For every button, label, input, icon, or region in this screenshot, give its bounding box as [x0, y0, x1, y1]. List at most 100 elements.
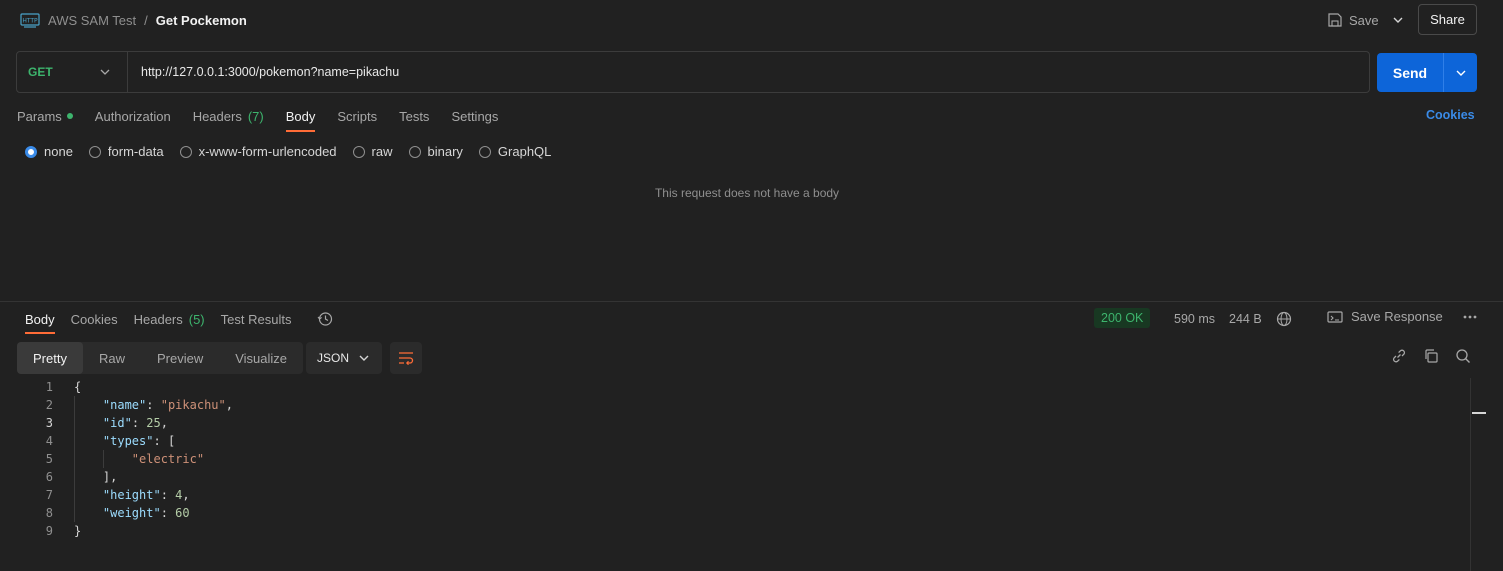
- search-icon[interactable]: [1455, 348, 1471, 364]
- chevron-down-icon: [1455, 67, 1467, 79]
- line-number: 6: [45, 470, 53, 484]
- tab-label: Cookies: [70, 311, 118, 327]
- response-tab-test-results[interactable]: Test Results: [221, 304, 292, 334]
- copy-icon[interactable]: [1423, 348, 1439, 364]
- tab-label: Params: [17, 108, 62, 124]
- radio-none[interactable]: none: [25, 144, 73, 159]
- link-icon[interactable]: [1391, 348, 1407, 364]
- line-number: 9: [45, 524, 53, 538]
- radio-form-data[interactable]: form-data: [88, 144, 164, 159]
- headers-count: (7): [247, 108, 264, 124]
- response-format-tabs: Pretty Raw Preview Visualize: [17, 342, 304, 374]
- radio-label: none: [44, 144, 73, 159]
- line-number: 7: [45, 488, 53, 502]
- tab-label: Authorization: [94, 108, 171, 124]
- line-number: 2: [45, 398, 53, 412]
- chevron-down-icon: [99, 66, 111, 78]
- request-title[interactable]: Get Pockemon: [156, 13, 247, 28]
- history-icon[interactable]: [317, 311, 333, 327]
- code-line[interactable]: 5 "electric": [0, 450, 1470, 468]
- response-tab-headers[interactable]: Headers (5): [134, 304, 205, 334]
- wrap-lines-icon: [398, 351, 414, 365]
- radio-graphql[interactable]: GraphQL: [478, 144, 551, 159]
- save-group: Save: [1328, 8, 1404, 32]
- code-line[interactable]: 3 "id": 25,: [0, 414, 1470, 432]
- save-dropdown-chevron-icon[interactable]: [1392, 14, 1404, 26]
- radio-binary[interactable]: binary: [408, 144, 463, 159]
- wrap-lines-button[interactable]: [390, 342, 422, 374]
- breadcrumb-collection[interactable]: AWS SAM Test: [48, 13, 136, 28]
- svg-text:HTTP: HTTP: [22, 18, 38, 25]
- headers-count: (5): [188, 311, 205, 327]
- radio-unchecked-icon: [352, 145, 365, 158]
- code-line[interactable]: 4 "types": [: [0, 432, 1470, 450]
- tab-label: Headers: [133, 311, 183, 327]
- code-line[interactable]: 1{: [0, 378, 1470, 396]
- save-icon[interactable]: [1328, 13, 1342, 27]
- url-input[interactable]: http://127.0.0.1:3000/pokemon?name=pikac…: [128, 65, 399, 79]
- response-tab-cookies[interactable]: Cookies: [71, 304, 118, 334]
- tab-label: Body: [285, 108, 316, 124]
- tab-label: Body: [25, 311, 55, 327]
- code-text: {: [74, 380, 82, 394]
- code-text: ],: [102, 470, 118, 484]
- code-text: "id": 25,: [102, 416, 168, 430]
- radio-label: raw: [371, 144, 393, 159]
- breadcrumb-separator: /: [144, 12, 148, 28]
- code-scrollbar[interactable]: [1470, 378, 1471, 571]
- send-options-button[interactable]: [1443, 53, 1477, 92]
- response-time[interactable]: 590 ms: [1174, 312, 1215, 326]
- code-line[interactable]: 9}: [0, 522, 1470, 540]
- save-button[interactable]: Save: [1349, 13, 1379, 28]
- cookies-link[interactable]: Cookies: [1426, 108, 1475, 122]
- more-options-icon[interactable]: [1463, 315, 1477, 319]
- radio-x-www-form-urlencoded[interactable]: x-www-form-urlencoded: [179, 144, 337, 159]
- cursor-position-marker: [1472, 412, 1486, 414]
- radio-unchecked-icon: [88, 145, 101, 158]
- status-badge[interactable]: 200 OK: [1094, 308, 1151, 328]
- send-button[interactable]: Send: [1377, 53, 1443, 92]
- response-body-code[interactable]: 1{2 "name": "pikachu", 3 "id": 25, 4 "type…: [0, 378, 1470, 540]
- language-select-value: JSON: [317, 351, 350, 365]
- tab-label: Test Results: [220, 311, 292, 327]
- tab-headers[interactable]: Headers (7): [193, 100, 264, 132]
- response-tab-body[interactable]: Body: [25, 304, 55, 334]
- tab-label: Settings: [451, 108, 499, 124]
- method-label: GET: [28, 65, 53, 79]
- request-tabs: Params Authorization Headers (7) Body Sc…: [17, 100, 498, 132]
- code-line[interactable]: 2 "name": "pikachu",: [0, 396, 1470, 414]
- code-line[interactable]: 8 "weight": 60: [0, 504, 1470, 522]
- tab-authorization[interactable]: Authorization: [95, 100, 171, 132]
- format-visualize[interactable]: Visualize: [219, 342, 303, 374]
- method-select[interactable]: GET: [17, 52, 128, 92]
- save-response-button[interactable]: Save Response: [1327, 309, 1477, 324]
- radio-raw[interactable]: raw: [352, 144, 393, 159]
- send-button-group: Send: [1377, 53, 1477, 92]
- indent-guide: [74, 396, 75, 522]
- code-line[interactable]: 7 "height": 4,: [0, 486, 1470, 504]
- tab-body[interactable]: Body: [285, 100, 316, 132]
- format-preview[interactable]: Preview: [141, 342, 219, 374]
- tab-params[interactable]: Params: [17, 100, 73, 132]
- tab-settings[interactable]: Settings: [451, 100, 498, 132]
- url-bar: GET http://127.0.0.1:3000/pokemon?name=p…: [16, 51, 1370, 93]
- radio-label: binary: [427, 144, 463, 159]
- radio-checked-icon: [25, 145, 37, 158]
- body-type-radio-group: none form-data x-www-form-urlencoded raw…: [25, 144, 551, 159]
- tab-tests[interactable]: Tests: [399, 100, 429, 132]
- tab-scripts[interactable]: Scripts: [337, 100, 377, 132]
- radio-label: x-www-form-urlencoded: [198, 144, 337, 159]
- pane-divider[interactable]: [0, 301, 1503, 302]
- response-meta: 590 ms 244 B: [1174, 311, 1292, 327]
- format-pretty[interactable]: Pretty: [17, 342, 83, 374]
- format-raw[interactable]: Raw: [83, 342, 141, 374]
- save-response-icon: [1327, 310, 1343, 324]
- code-text: "electric": [131, 452, 205, 466]
- code-text: "types": [: [102, 434, 176, 448]
- globe-icon[interactable]: [1276, 311, 1292, 327]
- tab-label: Scripts: [337, 108, 378, 124]
- code-line[interactable]: 6 ],: [0, 468, 1470, 486]
- share-button[interactable]: Share: [1418, 4, 1477, 35]
- language-select[interactable]: JSON: [306, 342, 382, 374]
- response-size[interactable]: 244 B: [1229, 312, 1262, 326]
